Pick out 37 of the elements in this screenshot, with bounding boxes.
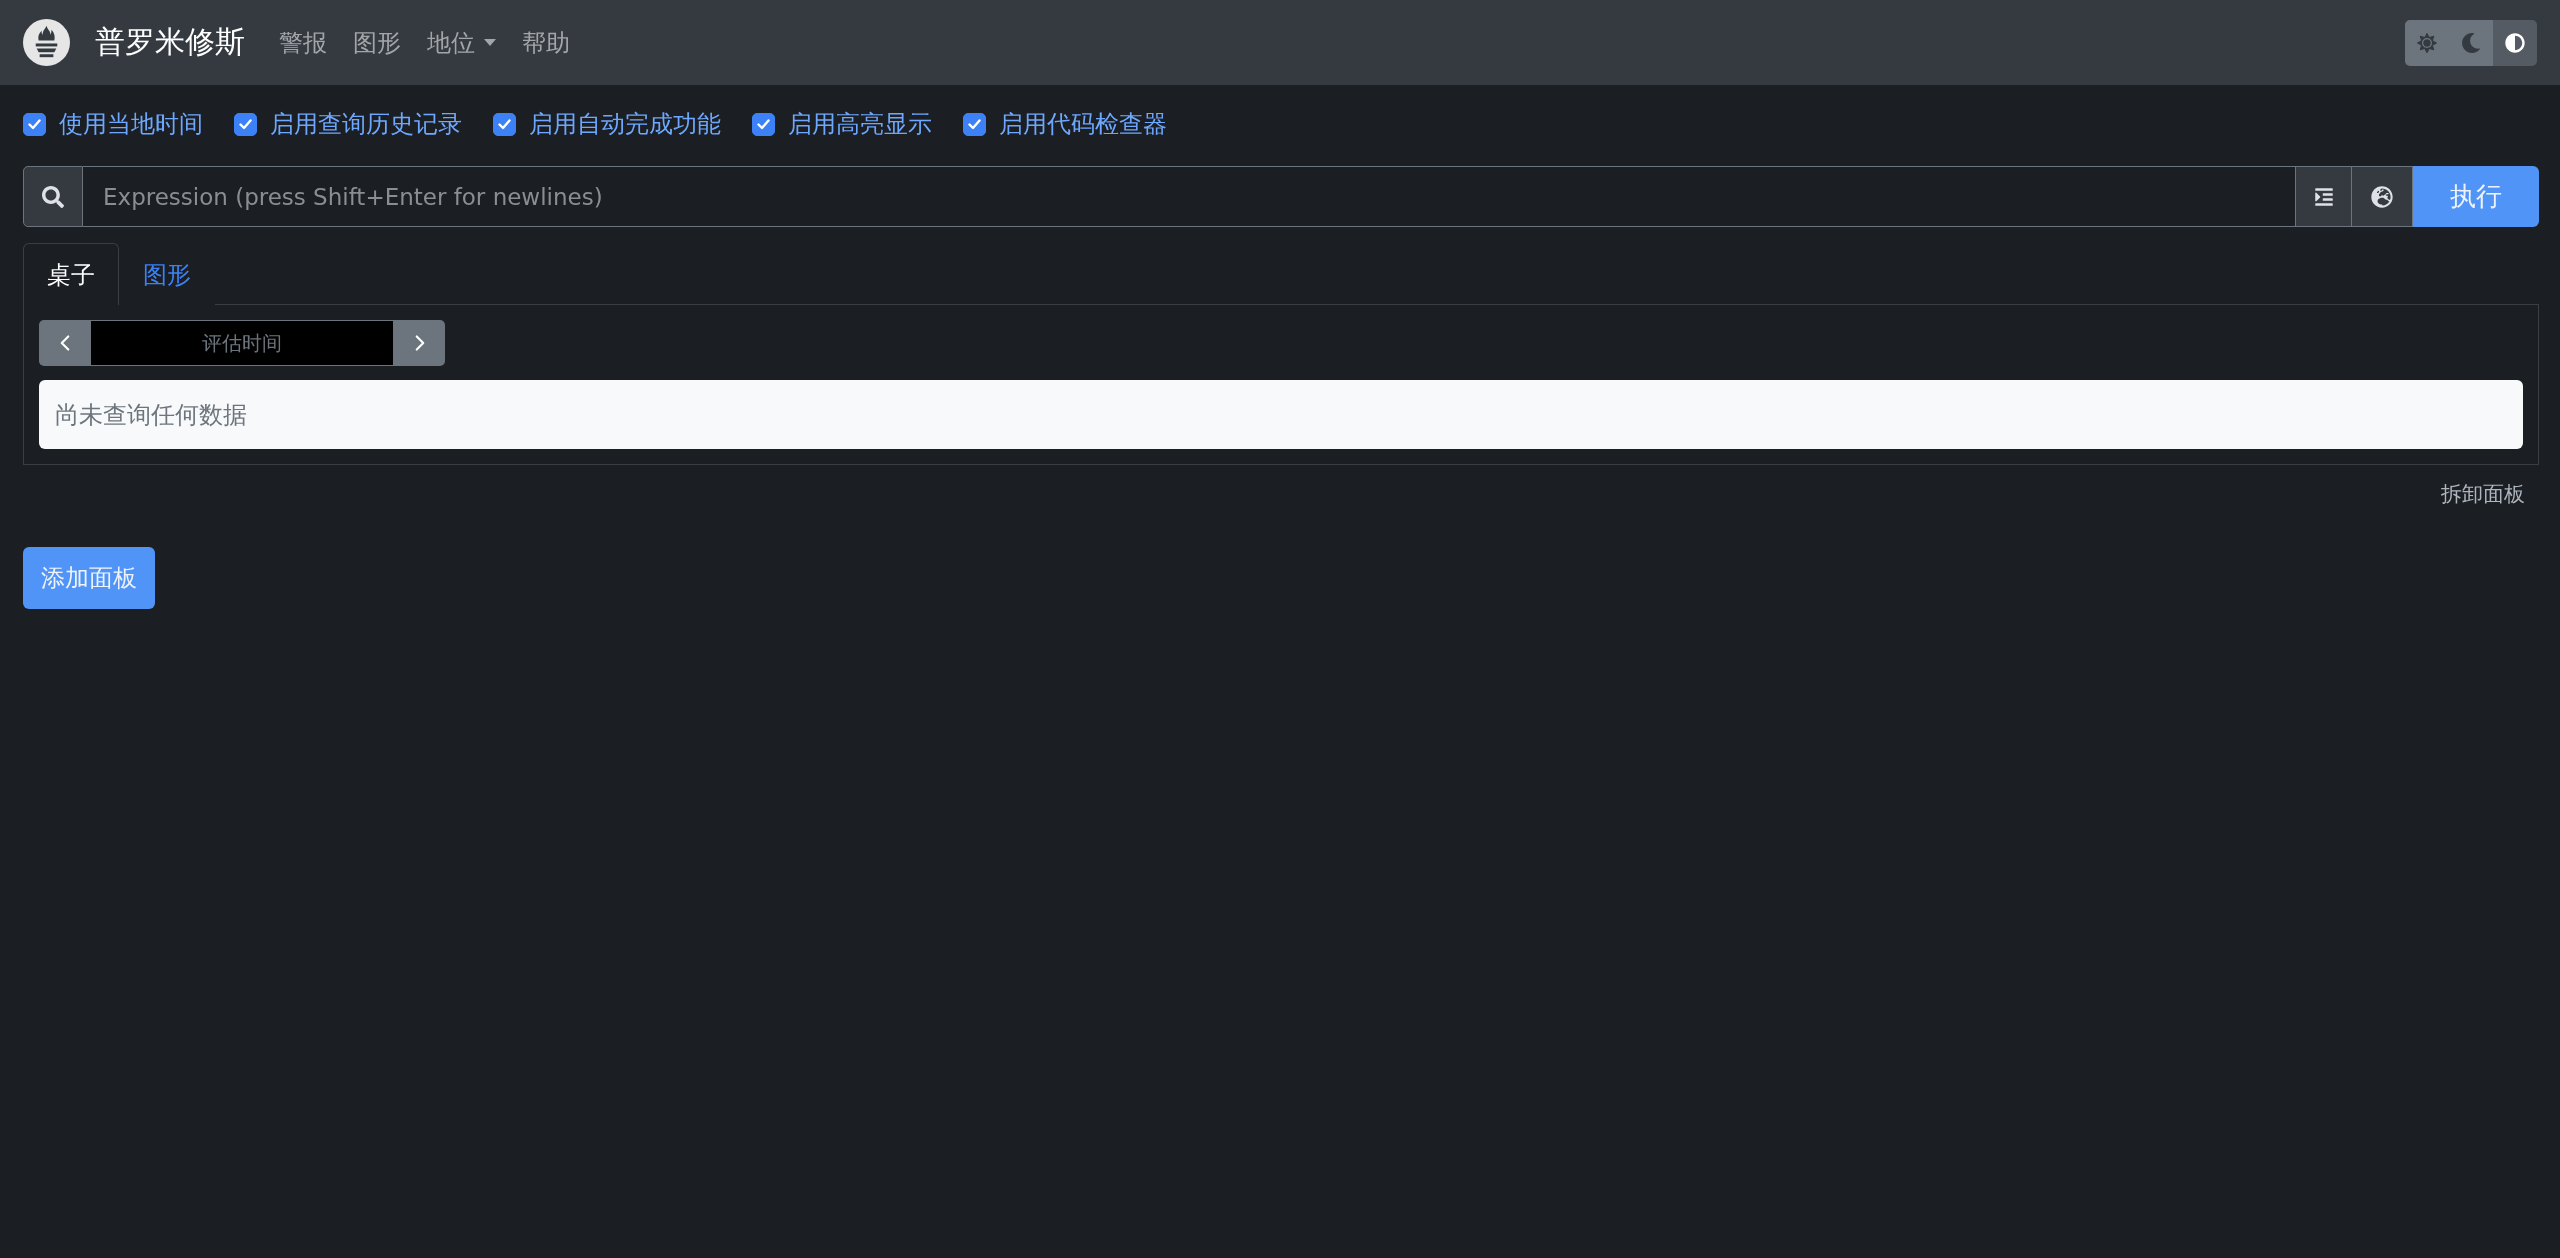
checkbox-label[interactable]: 启用高亮显示 (788, 108, 932, 140)
checkbox-label[interactable]: 使用当地时间 (59, 108, 203, 140)
remove-panel-link[interactable]: 拆卸面板 (2441, 480, 2525, 508)
search-icon (42, 185, 64, 208)
no-data-alert: 尚未查询任何数据 (39, 380, 2523, 449)
checkbox[interactable] (963, 112, 986, 136)
theme-toggle-button[interactable] (2405, 19, 2449, 66)
sun-icon (2417, 32, 2437, 53)
evaluation-time-input[interactable]: 评估时间 (90, 320, 394, 366)
theme-toggle-button[interactable] (2449, 19, 2493, 66)
checkbox[interactable] (752, 112, 775, 136)
checkbox-label[interactable]: 启用查询历史记录 (270, 108, 462, 140)
format-button[interactable] (2296, 166, 2352, 227)
theme-toggle-button[interactable] (2493, 19, 2537, 66)
nav-link[interactable]: 图形 (353, 26, 401, 59)
checkbox[interactable] (234, 112, 257, 136)
tick-icon (757, 118, 770, 130)
tick-icon (28, 118, 41, 130)
nav-link[interactable]: 警报 (279, 26, 327, 59)
tick-icon (498, 118, 511, 130)
checkbox[interactable] (493, 112, 516, 136)
checkbox-label[interactable]: 启用自动完成功能 (529, 108, 721, 140)
contrast-icon (2505, 32, 2525, 53)
nav-link[interactable]: 帮助 (522, 26, 570, 59)
tick-icon (239, 118, 252, 130)
tab[interactable]: 桌子 (23, 243, 119, 305)
globe-icon (2371, 185, 2393, 208)
flame-logo-icon[interactable] (23, 19, 70, 66)
indent-icon (2313, 186, 2334, 207)
checkbox-label[interactable]: 启用代码检查器 (999, 108, 1167, 140)
expression-input[interactable]: Expression (press Shift+Enter for newlines) (83, 166, 2296, 227)
metrics-explorer-button[interactable] (2352, 166, 2413, 227)
brand-link[interactable]: 普罗米修斯 (95, 22, 245, 63)
nav-link[interactable]: 地位 (427, 26, 496, 59)
moon-icon (2461, 32, 2481, 53)
tick-icon (968, 118, 981, 130)
checkbox[interactable] (23, 112, 46, 136)
